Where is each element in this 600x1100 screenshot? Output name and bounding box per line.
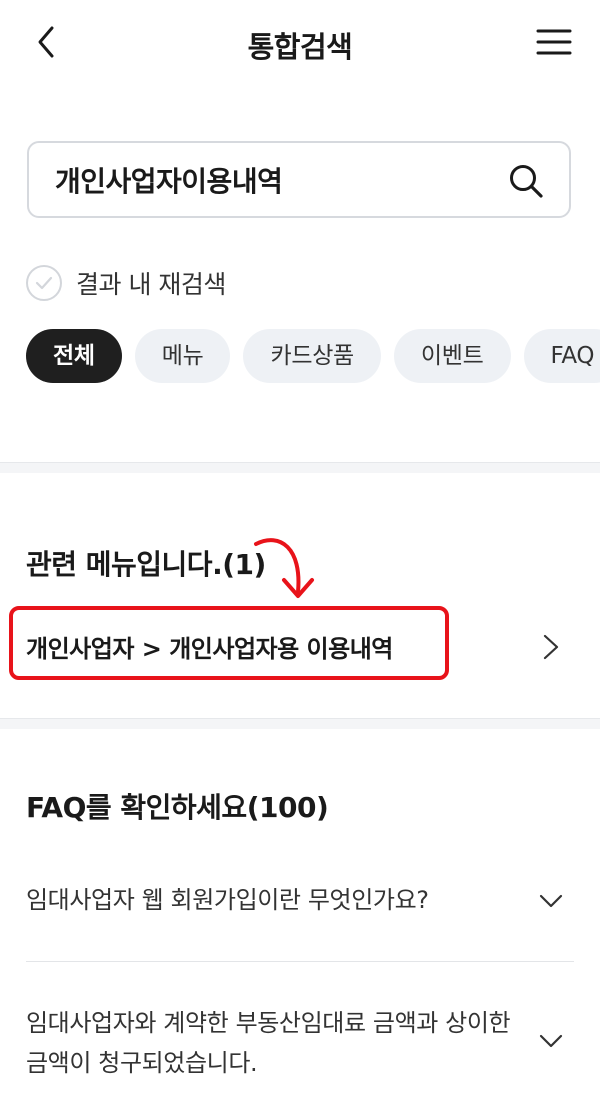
menu-button[interactable] [534, 22, 574, 62]
page: 통합검색 결과 내 재검색 전체 메뉴 카드상 [0, 0, 600, 1100]
header: 통합검색 [0, 0, 600, 86]
research-label: 결과 내 재검색 [76, 270, 226, 299]
chevron-right-icon [543, 634, 559, 660]
search-icon [510, 165, 543, 198]
faq-question: 임대사업자 웹 회원가입이란 무엇인가요? [26, 886, 429, 914]
research-within-results-checkbox[interactable]: 결과 내 재검색 [26, 263, 226, 303]
chevron-down-icon [539, 1034, 563, 1048]
search-input[interactable] [55, 143, 495, 216]
section-divider [0, 462, 600, 473]
filter-chips: 전체 메뉴 카드상품 이벤트 FAQ [26, 329, 600, 383]
search-button[interactable] [507, 162, 545, 200]
faq-item[interactable]: 임대사업자 웹 회원가입이란 무엇인가요? [26, 880, 574, 924]
chip-card-products[interactable]: 카드상품 [243, 329, 381, 383]
page-title: 통합검색 [247, 30, 353, 64]
chip-all[interactable]: 전체 [26, 329, 122, 383]
check-circle-icon [26, 265, 62, 301]
faq-question: 임대사업자와 계약한 부동산임대료 금액과 상이한 금액이 청구되었습니다. [26, 1009, 511, 1077]
related-menu-item[interactable]: 개인사업자 > 개인사업자용 이용내역 [0, 612, 600, 682]
chip-menu[interactable]: 메뉴 [134, 329, 231, 383]
faq-title: FAQ를 확인하세요(100) [26, 791, 329, 824]
section-divider [0, 718, 600, 729]
faq-divider [26, 961, 574, 962]
chip-events[interactable]: 이벤트 [393, 329, 511, 383]
chip-faq[interactable]: FAQ [523, 329, 600, 383]
faq-item[interactable]: 임대사업자와 계약한 부동산임대료 금액과 상이한 금액이 청구되었습니다. [26, 1003, 574, 1083]
hamburger-menu-icon [536, 29, 572, 55]
related-menu-item-label: 개인사업자 > 개인사업자용 이용내역 [26, 635, 393, 663]
chevron-down-icon [539, 894, 563, 908]
related-menu-title: 관련 메뉴입니다.(1) [26, 548, 266, 581]
search-box [27, 141, 571, 218]
